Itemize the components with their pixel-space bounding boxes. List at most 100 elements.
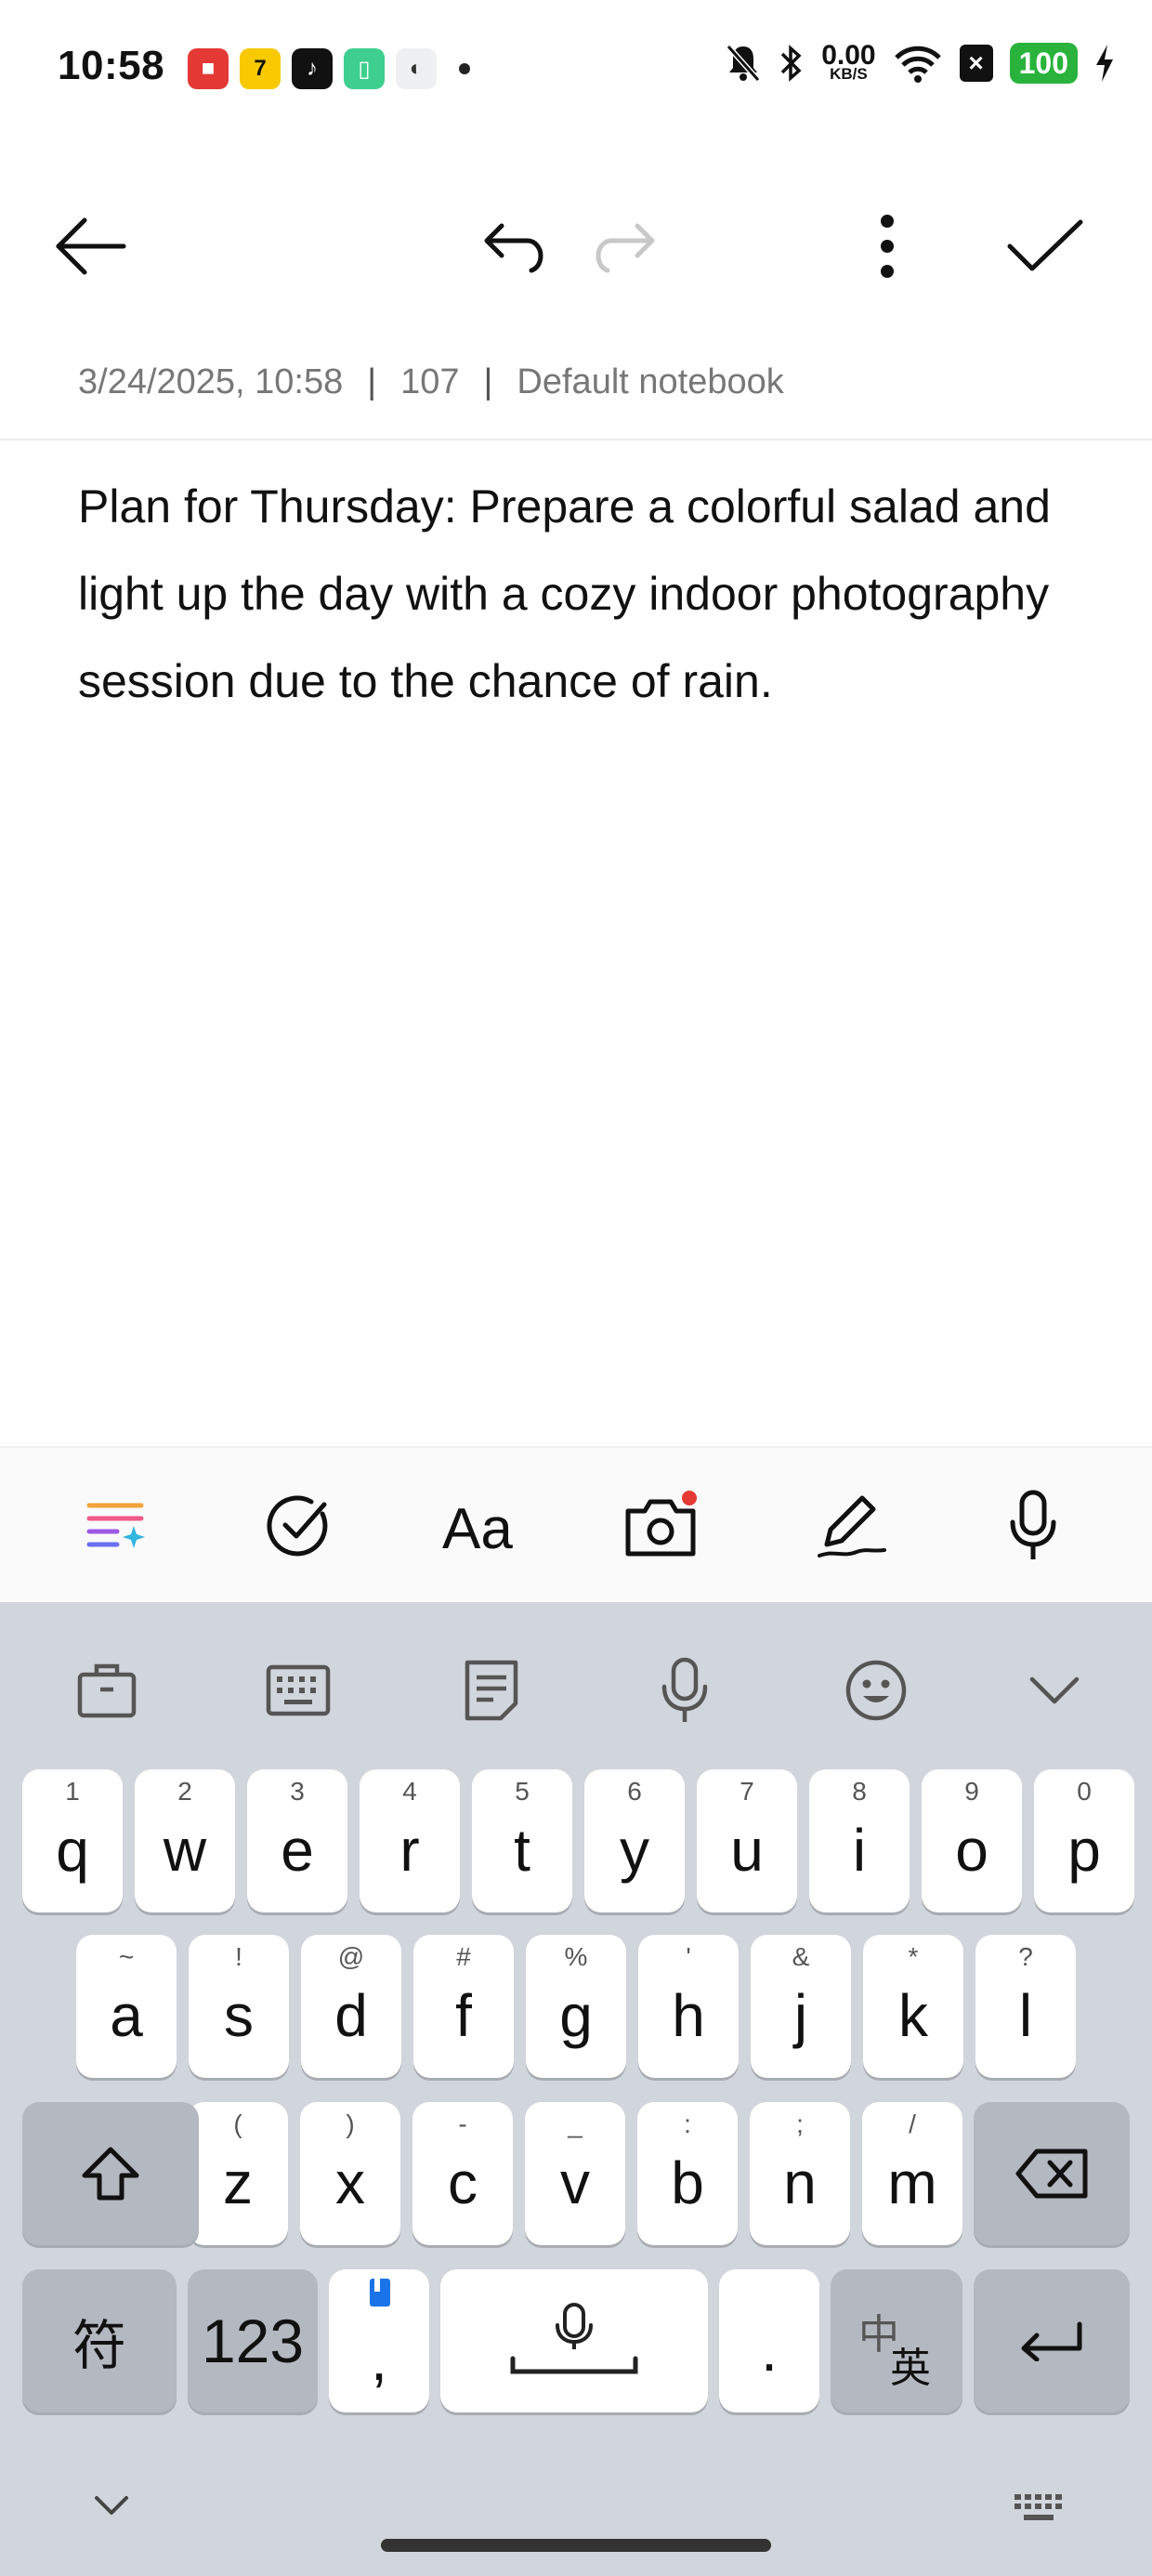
key-hint: ; xyxy=(796,2109,804,2138)
collapse-keyboard-button[interactable] xyxy=(1013,1649,1096,1732)
backspace-key[interactable] xyxy=(974,2102,1130,2245)
key-label: p xyxy=(1067,1817,1101,1884)
handwriting-button[interactable] xyxy=(806,1479,899,1572)
key-label: e xyxy=(281,1817,314,1884)
seven-app-icon: 7 xyxy=(240,48,281,89)
home-indicator[interactable] xyxy=(381,2539,771,2552)
key-hint: % xyxy=(564,1942,588,1971)
key-m[interactable]: / m xyxy=(862,2102,962,2245)
undo-button[interactable] xyxy=(468,204,552,288)
clipboard-button[interactable] xyxy=(65,1649,149,1732)
space-key[interactable] xyxy=(440,2269,708,2412)
comma-key[interactable]: , xyxy=(329,2269,429,2412)
key-label: x xyxy=(335,2149,365,2216)
key-hint: 7 xyxy=(740,1777,754,1806)
ai-assist-button[interactable] xyxy=(71,1479,164,1572)
ai-sparkle-icon xyxy=(86,1503,145,1548)
key-n[interactable]: ; n xyxy=(750,2102,850,2245)
status-bar: 10:58 ■ 7 ♪ ▯ ◐ 0.00 KB/S × 100 xyxy=(0,0,1152,139)
key-u[interactable]: 7u xyxy=(697,1769,797,1912)
key-label: m xyxy=(887,2149,937,2216)
chevron-down-icon xyxy=(1029,1676,1080,1704)
done-button[interactable] xyxy=(1003,204,1087,288)
redo-icon xyxy=(596,223,655,273)
note-toolbar xyxy=(0,186,1152,307)
key-s[interactable]: ! s xyxy=(189,1935,289,2078)
keyboard-switch-button[interactable] xyxy=(1013,2492,1065,2529)
key-x[interactable]: ) x xyxy=(300,2102,400,2245)
soft-keyboard: 1q2w3e4r5t6y7u8i9o0p ~ a! s @ d # f% g ' h & j * k? l … xyxy=(0,1602,1152,2576)
key-label: o xyxy=(955,1817,988,1884)
keyboard-toolbar xyxy=(0,1602,1152,1760)
shift-key[interactable] xyxy=(22,2102,199,2245)
key-z[interactable]: (z xyxy=(188,2102,288,2245)
system-icons: 0.00 KB/S × 100 xyxy=(725,42,1115,84)
voice-input-button[interactable] xyxy=(643,1649,727,1732)
key-hint: 4 xyxy=(402,1777,417,1806)
key-hint: ( xyxy=(233,2109,242,2138)
key-i[interactable]: 8i xyxy=(809,1769,910,1912)
key-p[interactable]: 0p xyxy=(1034,1769,1134,1912)
back-button[interactable] xyxy=(48,204,132,288)
key-label: w xyxy=(163,1817,207,1884)
key-t[interactable]: 5t xyxy=(472,1769,572,1912)
key-b[interactable]: :b xyxy=(637,2102,738,2245)
net-speed: 0.00 KB/S xyxy=(821,42,875,83)
key-r[interactable]: 4r xyxy=(360,1769,460,1912)
key-c[interactable]: -c xyxy=(412,2102,513,2245)
key-label: f xyxy=(455,1982,472,2049)
note-body-editor[interactable]: Plan for Thursday: Prepare a colorful sa… xyxy=(78,463,1091,725)
keyboard-layout-button[interactable] xyxy=(256,1649,340,1732)
key-k[interactable]: * k xyxy=(863,1935,963,2078)
key-label: l xyxy=(1018,1982,1033,2049)
key-label: a xyxy=(110,1982,143,2049)
key-e[interactable]: 3e xyxy=(247,1769,347,1912)
key-label: n xyxy=(783,2149,817,2216)
emoji-button[interactable] xyxy=(834,1649,918,1732)
hide-keyboard-button[interactable] xyxy=(93,2494,130,2523)
key-label: r xyxy=(399,1817,420,1884)
key-j[interactable]: & j xyxy=(751,1935,851,2078)
key-w[interactable]: 2w xyxy=(135,1769,235,1912)
comma-label: , xyxy=(371,2326,387,2393)
key-hint: 6 xyxy=(627,1777,642,1806)
format-toolbar: Aa xyxy=(0,1446,1152,1602)
camera-icon xyxy=(625,1491,697,1557)
key-y[interactable]: 6y xyxy=(584,1769,685,1912)
key-hint: & xyxy=(792,1942,810,1971)
text-format-button[interactable]: Aa xyxy=(435,1479,528,1572)
notification-icons: ■ 7 ♪ ▯ ◐ xyxy=(188,48,470,89)
text-format-icon: Aa xyxy=(442,1497,513,1556)
key-o[interactable]: 9o xyxy=(922,1769,1022,1912)
key-hint: - xyxy=(458,2109,467,2138)
key-label: c xyxy=(448,2149,478,2216)
microphone-icon xyxy=(1010,1490,1056,1559)
undo-icon xyxy=(484,223,543,273)
camera-button[interactable] xyxy=(615,1479,708,1572)
key-label: i xyxy=(852,1817,867,1884)
key-hint: 5 xyxy=(515,1777,530,1806)
key-d[interactable]: @ d xyxy=(301,1935,401,2078)
checklist-button[interactable] xyxy=(253,1479,346,1572)
key-hint: : xyxy=(684,2109,691,2138)
key-hint: 1 xyxy=(65,1777,80,1806)
key-h[interactable]: ' h xyxy=(638,1935,739,2078)
period-key[interactable]: . xyxy=(719,2269,819,2412)
check-circle-icon xyxy=(267,1495,328,1557)
voice-note-button[interactable] xyxy=(987,1479,1080,1572)
notes-button[interactable] xyxy=(450,1649,533,1732)
enter-key[interactable] xyxy=(974,2269,1130,2412)
symbols-key[interactable]: 符 xyxy=(22,2269,177,2412)
numbers-key[interactable]: 123 xyxy=(188,2269,318,2412)
key-a[interactable]: ~ a xyxy=(76,1935,177,2078)
language-switch-key[interactable]: 中 英 xyxy=(831,2269,962,2412)
key-f[interactable]: # f xyxy=(413,1935,514,2078)
notebook-selector[interactable]: Default notebook xyxy=(517,362,783,402)
more-vert-icon xyxy=(881,215,894,278)
key-v[interactable]: _ v xyxy=(525,2102,625,2245)
key-q[interactable]: 1q xyxy=(22,1769,123,1912)
key-g[interactable]: % g xyxy=(526,1935,626,2078)
more-options-button[interactable] xyxy=(845,204,929,288)
key-l[interactable]: ? l xyxy=(975,1935,1076,2078)
redo-button[interactable] xyxy=(587,204,671,288)
